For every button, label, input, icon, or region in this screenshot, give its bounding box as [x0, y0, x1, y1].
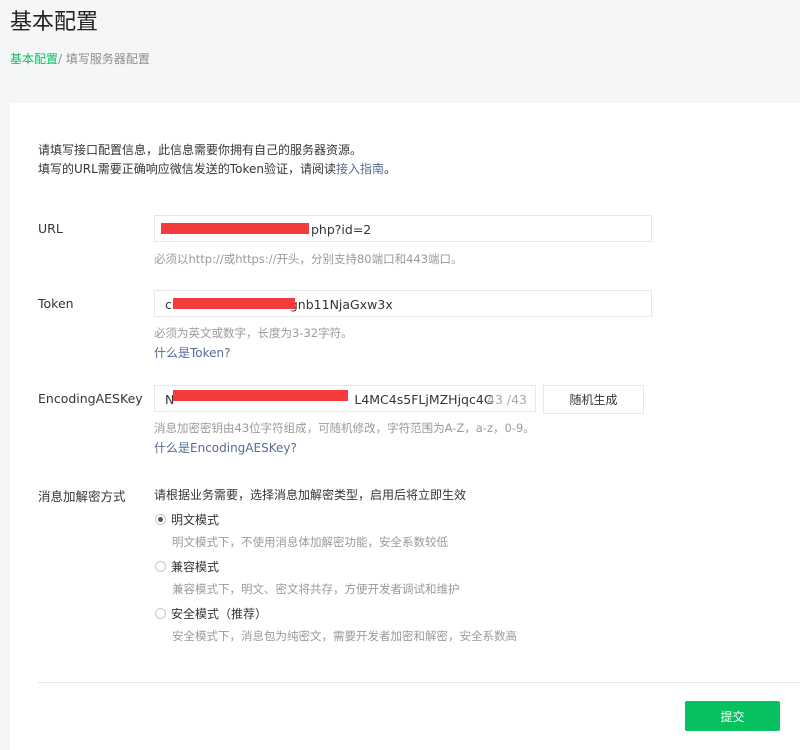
intro-text: 请填写接口配置信息，此信息需要你拥有自己的服务器资源。 填写的URL需要正确响应… [38, 141, 396, 179]
radio-compatible[interactable]: 兼容模式 [155, 558, 219, 575]
aes-key-help-link[interactable]: 什么是EncodingAESKey? [154, 439, 297, 456]
radio-unchecked-icon[interactable] [155, 608, 166, 619]
url-label: URL [38, 221, 63, 236]
aes-key-label: EncodingAESKey [38, 391, 143, 406]
guide-link[interactable]: 接入指南 [336, 162, 384, 176]
redaction-bar [173, 390, 348, 401]
radio-plaintext[interactable]: 明文模式 [155, 511, 219, 528]
radio-checked-icon[interactable] [155, 514, 166, 525]
aes-key-counter: 43 /43 [487, 392, 527, 407]
radio-label: 兼容模式 [171, 560, 220, 574]
intro-line-2: 填写的URL需要正确响应微信发送的Token验证，请阅读接入指南。 [38, 162, 396, 176]
page-title: 基本配置 [10, 10, 99, 35]
token-hint: 必须为英文或数字，长度为3-32字符。 [154, 326, 353, 340]
random-generate-button[interactable]: 随机生成 [543, 385, 644, 414]
encryption-label: 消息加解密方式 [38, 489, 126, 504]
radio-desc: 兼容模式下，明文、密文将共存，方便开发者调试和维护 [172, 582, 460, 596]
radio-unchecked-icon[interactable] [155, 561, 166, 572]
breadcrumb-separator: / [58, 52, 66, 66]
breadcrumb: 基本配置/ 填写服务器配置 [10, 50, 150, 67]
radio-label: 明文模式 [171, 513, 220, 527]
encryption-instruction: 请根据业务需要，选择消息加解密类型，启用后将立即生效 [154, 488, 467, 502]
radio-desc: 明文模式下，不使用消息体加解密功能，安全系数较低 [172, 535, 448, 549]
radio-desc: 安全模式下，消息包为纯密文，需要开发者加密和解密，安全系数高 [172, 629, 517, 643]
aes-key-hint: 消息加密密钥由43位字符组成，可随机修改，字符范围为A-Z，a-z，0-9。 [154, 421, 535, 435]
redaction-bar [161, 223, 309, 234]
intro-line-1: 请填写接口配置信息，此信息需要你拥有自己的服务器资源。 [38, 143, 363, 157]
redaction-bar [173, 298, 295, 309]
token-help-link[interactable]: 什么是Token? [154, 344, 231, 361]
url-hint: 必须以http://或https://开头，分别支持80端口和443端口。 [154, 252, 463, 266]
config-panel: 请填写接口配置信息，此信息需要你拥有自己的服务器资源。 填写的URL需要正确响应… [10, 103, 800, 750]
radio-secure[interactable]: 安全模式（推荐） [155, 605, 267, 622]
breadcrumb-root[interactable]: 基本配置 [10, 52, 58, 66]
submit-button[interactable]: 提交 [685, 701, 780, 731]
radio-label: 安全模式（推荐） [171, 607, 268, 621]
token-label: Token [38, 296, 74, 311]
breadcrumb-current: 填写服务器配置 [65, 52, 150, 66]
divider [38, 682, 800, 683]
